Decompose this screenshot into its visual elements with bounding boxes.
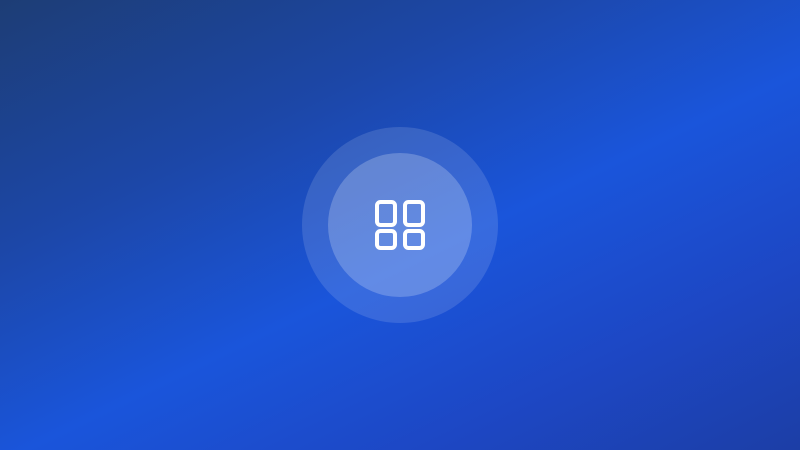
grid-icon [368,193,432,257]
app-launcher-button[interactable] [328,153,472,297]
app-launcher-screen [0,0,800,450]
